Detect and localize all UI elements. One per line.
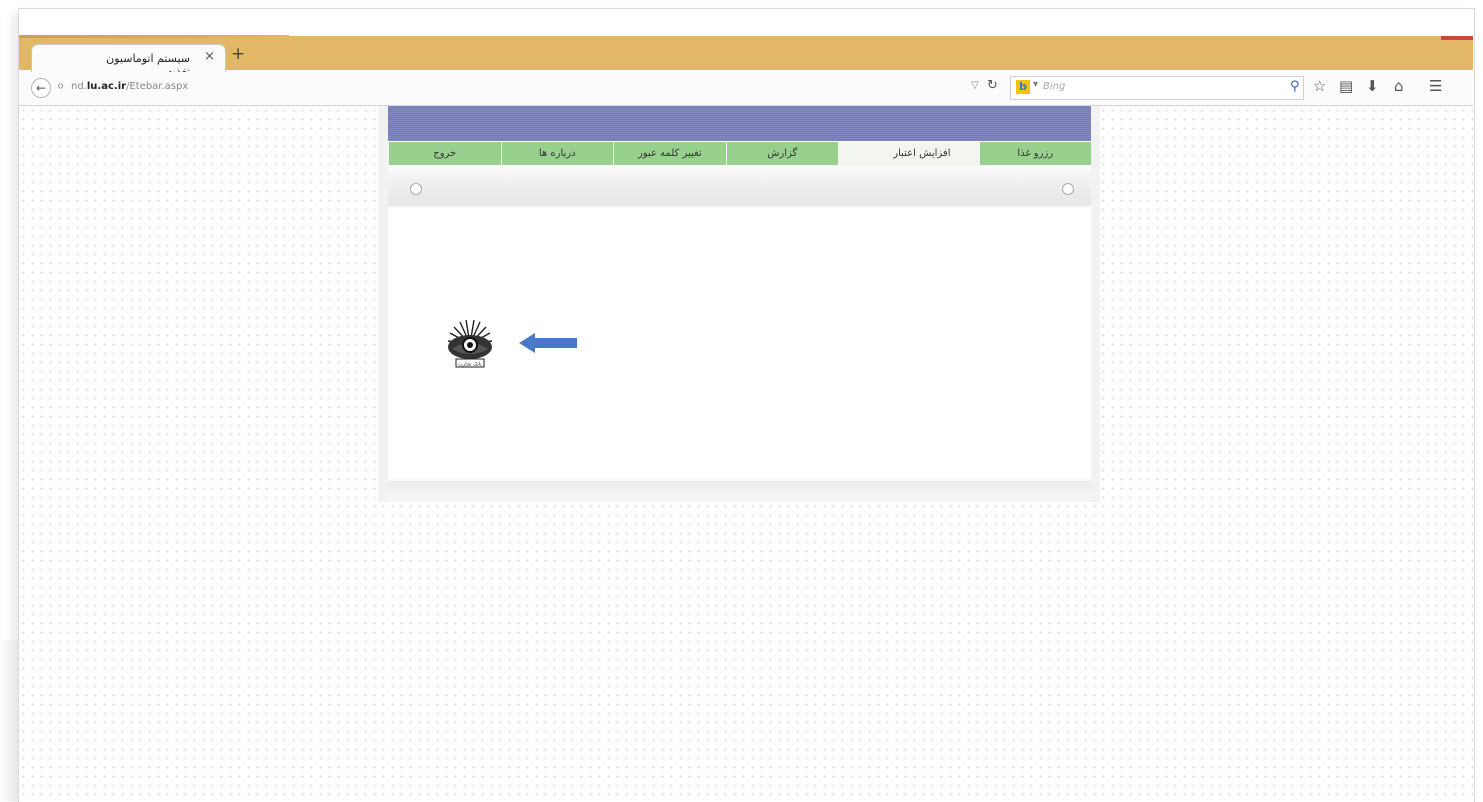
browser-tab[interactable]: سیستم اتوماسیون تغذیه ×: [31, 44, 226, 78]
site-identity-icon[interactable]: ⚪: [56, 80, 65, 93]
url-path: /Etebar.aspx: [126, 81, 189, 92]
menu-item-about[interactable]: درباره ها: [500, 142, 613, 165]
url-dropdown-icon[interactable]: ▽: [971, 80, 979, 91]
content-footer: [388, 481, 1091, 502]
radio-button-right[interactable]: [1062, 183, 1074, 195]
reload-icon[interactable]: ↻: [987, 78, 998, 93]
tab-close-icon[interactable]: ×: [204, 49, 215, 64]
search-placeholder: Bing: [1043, 81, 1066, 92]
frame-shadow: [0, 640, 18, 801]
content-toolbar: [388, 172, 1091, 206]
url-prefix: nd.: [71, 81, 87, 92]
menu-item-increase-credit[interactable]: افزایش اعتبار: [838, 142, 979, 165]
search-engine-dropdown-icon[interactable]: ▾: [1033, 79, 1038, 90]
logo-label: بانک تجارت: [458, 362, 482, 368]
menu-item-logout[interactable]: خروج: [388, 142, 501, 165]
site-menu: رزرو غذا افزایش اعتبار گزارش تغییر کلمه …: [388, 142, 1091, 165]
menu-item-change-password[interactable]: تغییر کلمه عبور: [613, 142, 726, 165]
title-bar-line: [19, 35, 289, 38]
menu-item-food-reserve[interactable]: رزرو غذا: [978, 142, 1091, 165]
url-domain: lu.ac.ir: [86, 81, 127, 92]
reading-list-icon[interactable]: ▤: [1339, 77, 1353, 95]
menu-item-report[interactable]: گزارش: [725, 142, 838, 165]
site-header-banner: [388, 106, 1091, 141]
home-icon[interactable]: ⌂: [1394, 77, 1404, 95]
download-icon[interactable]: ⬇: [1366, 77, 1379, 95]
bank-tejarat-logo[interactable]: بانک تجارت: [444, 319, 496, 369]
window-close-accent[interactable]: [1441, 36, 1473, 40]
bing-logo-icon[interactable]: b: [1016, 80, 1030, 94]
radio-button-left[interactable]: [410, 183, 422, 195]
pointer-arrow-icon: [519, 333, 577, 353]
new-tab-button[interactable]: +: [231, 44, 245, 64]
back-arrow-icon[interactable]: ←: [31, 78, 51, 98]
menu-icon[interactable]: ☰: [1429, 77, 1442, 95]
address-bar[interactable]: nd.lu.ac.ir/Etebar.aspx: [71, 81, 188, 92]
bookmark-star-icon[interactable]: ☆: [1313, 77, 1326, 95]
search-icon[interactable]: ⚲: [1290, 79, 1300, 94]
